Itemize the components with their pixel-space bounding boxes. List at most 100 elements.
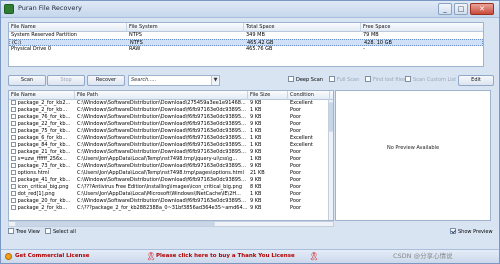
- close-button[interactable]: ✕: [470, 3, 494, 15]
- commercial-license-link[interactable]: Get Commercial License: [15, 253, 89, 259]
- file-checkbox[interactable]: [11, 191, 16, 196]
- file-row[interactable]: package_2_for_kb2... C:\Windows\SoftwareD…: [9, 100, 333, 107]
- file-row[interactable]: package_6_for_kb... C:\Windows\SoftwareDi…: [9, 135, 333, 142]
- cell-text: 9 KB: [250, 149, 262, 155]
- files-vertical-scrollbar[interactable]: [328, 100, 333, 220]
- files-col-path[interactable]: File Path: [75, 91, 248, 100]
- file-row[interactable]: package_20_for_kb... C:\Windows\SoftwareD…: [9, 198, 333, 205]
- drives-col-total[interactable]: Total Space: [244, 23, 361, 32]
- file-size-cell: 8 KB: [248, 184, 288, 191]
- cell-text: C:\Windows\SoftwareDistribution\Download…: [77, 149, 246, 155]
- file-name-cell[interactable]: package_41_for_kb...: [9, 177, 75, 184]
- file-row[interactable]: s=uzw_ffffff_256x... C:\Users\Jon\AppData…: [9, 156, 333, 163]
- file-checkbox[interactable]: [11, 100, 16, 105]
- cell-text: Poor: [290, 156, 302, 162]
- drive-row-selected[interactable]: (C:) NTFS 465.42 GB 428. 10 GB: [9, 39, 483, 46]
- file-name-cell[interactable]: s=uzw_ffffff_256x...: [9, 156, 75, 163]
- files-horizontal-scrollbar[interactable]: [8, 221, 334, 227]
- file-name-cell[interactable]: icon_critical_big.png: [9, 184, 75, 191]
- title-bar: Puran File Recovery _ □ ✕: [1, 1, 499, 18]
- minimize-button[interactable]: _: [438, 3, 452, 15]
- select-all-checkbox[interactable]: Select all: [45, 228, 76, 237]
- file-row[interactable]: options.html C:\Users\Jon\AppData\Local\T…: [9, 170, 333, 177]
- cell-text: package_6_for_kb...: [17, 135, 68, 141]
- file-row[interactable]: package_41_for_kb... C:\Windows\SoftwareD…: [9, 177, 333, 184]
- file-row[interactable]: icon_critical_big.png C:\???Antivirus Fre…: [9, 184, 333, 191]
- find-lost-label: Find lost files: [373, 77, 406, 83]
- file-path-cell: C:\Windows\SoftwareDistribution\Download…: [75, 100, 248, 107]
- file-name-cell[interactable]: package_21_for_kb...: [9, 149, 75, 156]
- file-name-cell[interactable]: package_2_for_kb...: [9, 107, 75, 114]
- file-condition-cell: Poor: [288, 156, 330, 163]
- file-checkbox[interactable]: [11, 149, 16, 154]
- select-all-label: Select all: [53, 229, 76, 235]
- chevron-down-icon[interactable]: ▼: [211, 76, 219, 85]
- file-name-cell[interactable]: package_84_for_kb...: [9, 142, 75, 149]
- maximize-button[interactable]: □: [454, 3, 468, 15]
- file-checkbox[interactable]: [11, 114, 16, 119]
- file-name-cell[interactable]: package_75_for_kb...: [9, 128, 75, 135]
- show-preview-checkbox[interactable]: Show Preview: [450, 228, 493, 237]
- file-name-cell[interactable]: package_2_for_kb...: [9, 205, 75, 212]
- file-row[interactable]: package_22_for_kb... C:\Windows\SoftwareD…: [9, 121, 333, 128]
- file-checkbox[interactable]: [11, 128, 16, 133]
- file-name-cell[interactable]: dot_red[1].png: [9, 191, 75, 198]
- find-lost-checkbox[interactable]: Find lost files: [365, 76, 406, 85]
- file-row[interactable]: package_75_for_kb... C:\Windows\SoftwareD…: [9, 128, 333, 135]
- file-row[interactable]: package_73_for_kb... C:\Windows\SoftwareD…: [9, 163, 333, 170]
- file-row[interactable]: package_2_for_kb... C:\Windows\SoftwareDi…: [9, 107, 333, 114]
- deep-scan-checkbox[interactable]: Deep Scan: [288, 76, 323, 85]
- scroll-thumb[interactable]: [15, 222, 215, 226]
- scan-custom-checkbox[interactable]: Scan Custom List: [405, 76, 456, 85]
- files-col-size[interactable]: File Size: [248, 91, 288, 100]
- file-checkbox[interactable]: [11, 135, 16, 140]
- file-checkbox[interactable]: [11, 184, 16, 189]
- recover-button[interactable]: Recover: [87, 75, 125, 86]
- drives-col-fs[interactable]: File System: [127, 23, 244, 32]
- full-scan-checkbox[interactable]: Full Scan: [329, 76, 359, 85]
- file-checkbox[interactable]: [11, 121, 16, 126]
- file-checkbox[interactable]: [11, 170, 16, 175]
- file-name-cell[interactable]: package_2_for_kb2...: [9, 100, 75, 107]
- drive-row[interactable]: Physical Drive 0 RAW 465.76 GB -: [9, 46, 483, 53]
- file-row[interactable]: package_21_for_kb... C:\Windows\SoftwareD…: [9, 149, 333, 156]
- search-input[interactable]: Search..... ▼: [128, 75, 220, 86]
- preview-pane: No Preview Available: [335, 90, 491, 221]
- drives-col-name[interactable]: File Name: [9, 23, 127, 32]
- tree-view-checkbox[interactable]: Tree View: [8, 228, 40, 237]
- file-name-cell[interactable]: package_22_for_kb...: [9, 121, 75, 128]
- file-checkbox[interactable]: [11, 163, 16, 168]
- stop-button[interactable]: Stop: [47, 75, 85, 86]
- file-row[interactable]: package_2_for_kb... C:\???package_2_for_k…: [9, 205, 333, 212]
- file-name-cell[interactable]: package_76_for_kb...: [9, 114, 75, 121]
- file-checkbox[interactable]: [11, 142, 16, 147]
- file-path-cell: C:\Windows\SoftwareDistribution\Download…: [75, 128, 248, 135]
- files-col-condition[interactable]: Condition: [288, 91, 330, 100]
- file-name-cell[interactable]: package_20_for_kb...: [9, 198, 75, 205]
- file-checkbox[interactable]: [11, 107, 16, 112]
- file-size-cell: 1 KB: [248, 128, 288, 135]
- file-checkbox[interactable]: [11, 198, 16, 203]
- ribbon-icon: 🎗: [309, 252, 320, 261]
- file-name-cell[interactable]: options.html: [9, 170, 75, 177]
- thank-you-license-link[interactable]: Please click here to buy a Thank You Lic…: [156, 253, 295, 259]
- file-name-cell[interactable]: package_6_for_kb...: [9, 135, 75, 142]
- drive-row[interactable]: System Reserved Partition NTPS 349 MB 79…: [9, 32, 483, 39]
- file-checkbox[interactable]: [11, 205, 16, 210]
- checkbox-box: [405, 76, 411, 82]
- files-col-name[interactable]: File Name: [9, 91, 75, 100]
- drives-col-free[interactable]: Free Space: [361, 23, 483, 32]
- file-row[interactable]: package_84_for_kb... C:\Windows\SoftwareD…: [9, 142, 333, 149]
- file-row[interactable]: dot_red[1].png C:\Users\Jon\AppData\Local…: [9, 191, 333, 198]
- file-name-cell[interactable]: package_73_for_kb...: [9, 163, 75, 170]
- edit-button[interactable]: Edit: [458, 75, 494, 86]
- file-row[interactable]: package_76_for_kb... C:\Windows\SoftwareD…: [9, 114, 333, 121]
- file-checkbox[interactable]: [11, 156, 16, 161]
- file-size-cell: 9 KB: [248, 177, 288, 184]
- scroll-thumb[interactable]: [329, 102, 333, 132]
- cell-text: 8 KB: [250, 184, 262, 190]
- file-path-cell: C:\Windows\SoftwareDistribution\Download…: [75, 149, 248, 156]
- file-checkbox[interactable]: [11, 177, 16, 182]
- scan-button[interactable]: Scan: [8, 75, 46, 86]
- cell-text: package_2_for_kb...: [17, 107, 68, 113]
